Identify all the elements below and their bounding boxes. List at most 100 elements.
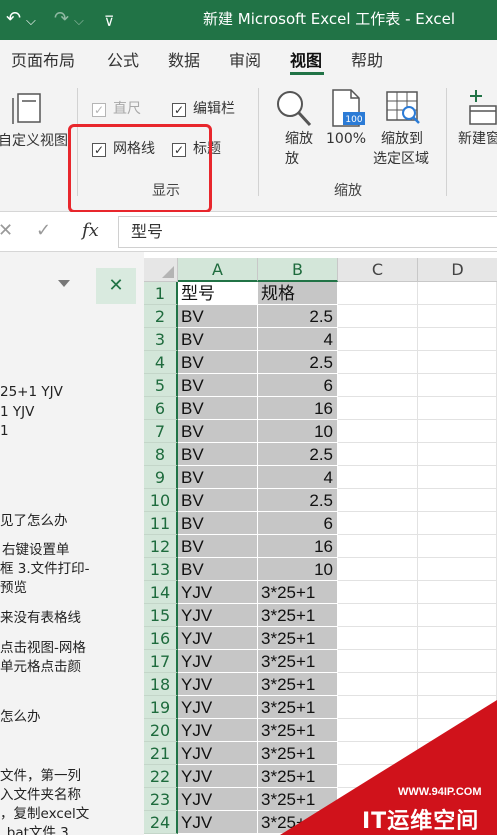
enter-icon[interactable]: ✓ (36, 221, 51, 241)
cell-d[interactable] (418, 466, 497, 489)
cell-d[interactable] (418, 282, 497, 305)
cell-c[interactable] (338, 581, 418, 604)
cell-c[interactable] (338, 374, 418, 397)
row-header[interactable]: 10 (144, 489, 178, 512)
new-window-icon[interactable] (466, 88, 497, 126)
cell-b[interactable]: 2.5 (258, 305, 338, 328)
cell-a[interactable]: YJV (178, 650, 258, 673)
redo-icon[interactable]: ↷ (54, 8, 69, 30)
row-header[interactable]: 19 (144, 696, 178, 719)
row-header[interactable]: 24 (144, 811, 178, 834)
column-header-a[interactable]: A (178, 258, 258, 282)
row-header[interactable]: 5 (144, 374, 178, 397)
cell-a[interactable]: BV (178, 397, 258, 420)
zoom-100-label[interactable]: 100% (326, 130, 366, 148)
cell-c[interactable] (338, 627, 418, 650)
row-header[interactable]: 11 (144, 512, 178, 535)
cell-a[interactable]: YJV (178, 765, 258, 788)
cell-b[interactable]: 3*25+1 (258, 765, 338, 788)
cell-c[interactable] (338, 282, 418, 305)
cell-c[interactable] (338, 558, 418, 581)
cell-a[interactable]: YJV (178, 696, 258, 719)
cell-a[interactable]: BV (178, 374, 258, 397)
row-header[interactable]: 3 (144, 328, 178, 351)
cell-d[interactable] (418, 351, 497, 374)
headings-checkbox[interactable]: ✓ (172, 143, 186, 157)
formula-input[interactable]: 型号 (118, 216, 497, 248)
column-header-d[interactable]: D (418, 258, 497, 282)
zoom-icon[interactable] (273, 88, 313, 128)
cell-b[interactable]: 2.5 (258, 443, 338, 466)
cell-b[interactable]: 3*25+1 (258, 650, 338, 673)
cell-a[interactable]: BV (178, 443, 258, 466)
cell-c[interactable] (338, 512, 418, 535)
zoom-100-icon[interactable]: 100 (329, 88, 365, 128)
cell-b[interactable]: 6 (258, 374, 338, 397)
select-all-button[interactable] (144, 258, 178, 282)
zoom-label-line2[interactable]: 放 (285, 150, 299, 168)
cell-c[interactable] (338, 397, 418, 420)
cell-d[interactable] (418, 305, 497, 328)
row-header[interactable]: 20 (144, 719, 178, 742)
cell-b[interactable]: 6 (258, 512, 338, 535)
zoom-label[interactable]: 缩放 (285, 130, 313, 148)
cell-b[interactable]: 2.5 (258, 489, 338, 512)
cell-c[interactable] (338, 673, 418, 696)
cell-a[interactable]: BV (178, 420, 258, 443)
cell-c[interactable] (338, 489, 418, 512)
tab-data[interactable]: 数据 (168, 51, 200, 71)
row-header[interactable]: 4 (144, 351, 178, 374)
row-header[interactable]: 14 (144, 581, 178, 604)
tab-view[interactable]: 视图 (290, 51, 322, 71)
cell-b[interactable]: 3*25+1 (258, 673, 338, 696)
column-header-c[interactable]: C (338, 258, 418, 282)
customize-qat-icon[interactable]: ⊽ (104, 11, 114, 33)
cell-d[interactable] (418, 443, 497, 466)
redo-dropdown-icon[interactable]: ⌵ (74, 11, 84, 33)
row-header[interactable]: 21 (144, 742, 178, 765)
cell-b[interactable]: 规格 (258, 282, 338, 305)
cell-b[interactable]: 3*25+1 (258, 719, 338, 742)
cell-c[interactable] (338, 604, 418, 627)
cell-d[interactable] (418, 489, 497, 512)
cell-b[interactable]: 3*25+1 (258, 581, 338, 604)
cell-a[interactable]: BV (178, 558, 258, 581)
cell-b[interactable]: 10 (258, 558, 338, 581)
cell-a[interactable]: BV (178, 489, 258, 512)
ruler-checkbox[interactable]: ✓ (92, 103, 106, 117)
cell-d[interactable] (418, 420, 497, 443)
cell-c[interactable] (338, 696, 418, 719)
cell-d[interactable] (418, 673, 497, 696)
cell-c[interactable] (338, 420, 418, 443)
cancel-icon[interactable]: ✕ (0, 221, 13, 241)
custom-view-icon[interactable] (10, 90, 46, 126)
cell-c[interactable] (338, 443, 418, 466)
cell-d[interactable] (418, 512, 497, 535)
cell-c[interactable] (338, 328, 418, 351)
cell-b[interactable]: 2.5 (258, 351, 338, 374)
cell-a[interactable]: YJV (178, 604, 258, 627)
tab-page-layout[interactable]: 页面布局 (11, 51, 75, 71)
cell-c[interactable] (338, 466, 418, 489)
cell-d[interactable] (418, 535, 497, 558)
cell-b[interactable]: 4 (258, 328, 338, 351)
cell-a[interactable]: BV (178, 512, 258, 535)
cell-b[interactable]: 3*25+1 (258, 627, 338, 650)
chevron-down-icon[interactable] (58, 280, 70, 287)
row-header[interactable]: 2 (144, 305, 178, 328)
cell-d[interactable] (418, 374, 497, 397)
cell-b[interactable]: 16 (258, 397, 338, 420)
tab-review[interactable]: 审阅 (229, 51, 261, 71)
cell-d[interactable] (418, 650, 497, 673)
row-header[interactable]: 23 (144, 788, 178, 811)
cell-b[interactable]: 3*25+1 (258, 696, 338, 719)
row-header[interactable]: 7 (144, 420, 178, 443)
zoom-to-selection-icon[interactable] (385, 90, 421, 126)
row-header[interactable]: 16 (144, 627, 178, 650)
cell-a[interactable]: YJV (178, 581, 258, 604)
cell-c[interactable] (338, 719, 418, 742)
cell-d[interactable] (418, 581, 497, 604)
row-header[interactable]: 17 (144, 650, 178, 673)
cell-a[interactable]: BV (178, 535, 258, 558)
cell-a[interactable]: YJV (178, 719, 258, 742)
